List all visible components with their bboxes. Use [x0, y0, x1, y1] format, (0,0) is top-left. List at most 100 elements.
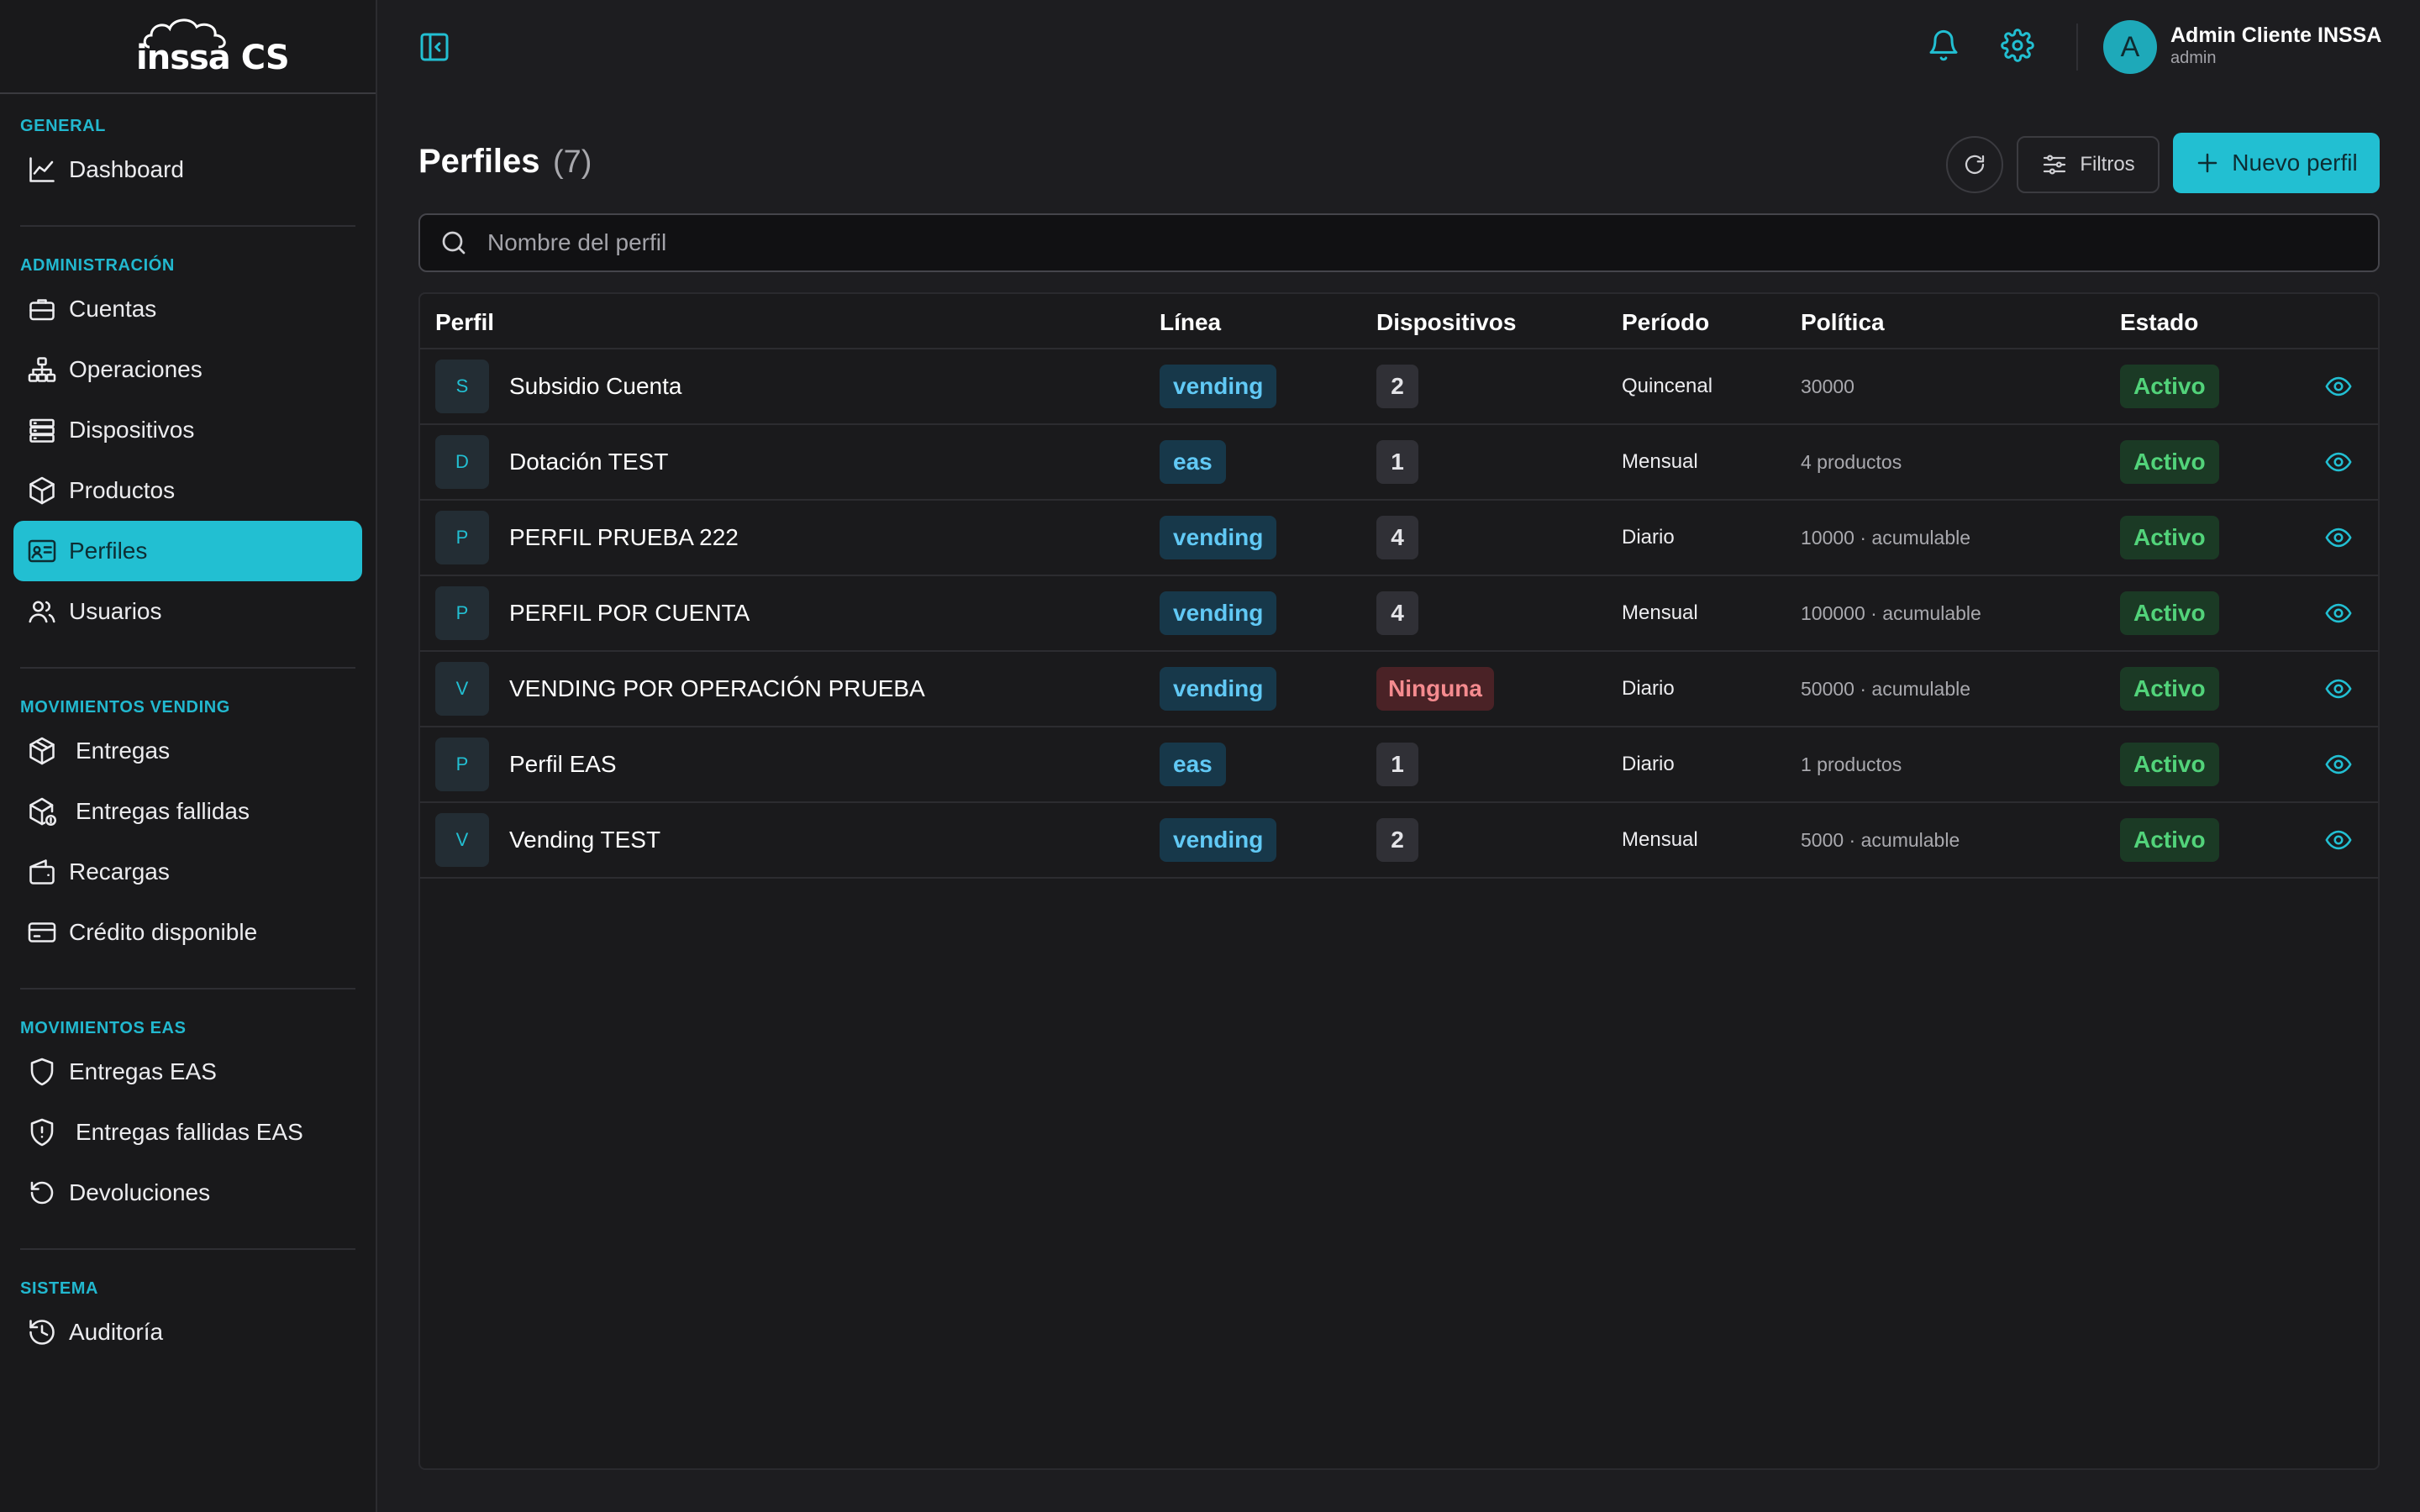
table-row[interactable]: D Dotación TEST eas 1 Mensual 4 producto… [420, 425, 2378, 501]
estado-cell: Activo [2120, 501, 2219, 575]
divider [20, 1248, 355, 1250]
periodo-cell: Mensual [1622, 803, 1698, 877]
org-chart-icon [28, 357, 56, 382]
sidebar-item-recargas[interactable]: Recargas [13, 842, 362, 902]
col-perfil[interactable]: Perfil [435, 309, 494, 336]
table-row[interactable]: V VENDING POR OPERACIÓN PRUEBA vending N… [420, 652, 2378, 727]
politica-cell: 30000 [1801, 349, 1854, 423]
sidebar-item-productos[interactable]: Productos [13, 460, 362, 521]
table-row[interactable]: P Perfil EAS eas 1 Diario 1 productos Ac… [420, 727, 2378, 803]
sliders-icon [2044, 155, 2066, 175]
politica-value: 50000 · acumulable [1801, 677, 1971, 700]
gear-icon[interactable] [2001, 29, 2034, 62]
linea-cell: vending [1160, 652, 1277, 726]
actions-cell [2324, 349, 2353, 423]
id-card-icon [28, 539, 56, 563]
refresh-button[interactable] [1946, 136, 2003, 193]
profile-initial-avatar: P [435, 738, 489, 791]
server-icon [29, 418, 55, 443]
periodo-cell: Diario [1622, 652, 1675, 726]
dispositivos-badge: 1 [1376, 440, 1418, 484]
profile-name[interactable]: PERFIL PRUEBA 222 [509, 524, 739, 551]
sidebar-item-perfiles[interactable]: Perfiles [13, 521, 362, 581]
dispositivos-badge: 4 [1376, 591, 1418, 635]
sidebar-item-devoluciones[interactable]: Devoluciones [13, 1163, 362, 1223]
sidebar-item-entregas[interactable]: Entregas [13, 721, 362, 781]
divider [20, 225, 355, 227]
eye-icon[interactable] [2324, 826, 2353, 854]
sidebar-item-label: Entregas [76, 738, 171, 764]
col-linea[interactable]: Línea [1160, 309, 1221, 336]
eye-icon[interactable] [2324, 599, 2353, 627]
periodo-value: Mensual [1622, 601, 1698, 624]
eye-icon[interactable] [2324, 750, 2353, 779]
sidebar-item-operaciones[interactable]: Operaciones [13, 339, 362, 400]
table-row[interactable]: S Subsidio Cuenta vending 2 Quincenal 30… [420, 349, 2378, 425]
nav-section-title: SISTEMA [20, 1279, 99, 1298]
politica-value: 5000 · acumulable [1801, 828, 1960, 851]
dispositivos-badge: 2 [1376, 818, 1418, 862]
linea-cell: vending [1160, 803, 1277, 877]
sidebar-item-dispositivos[interactable]: Dispositivos [13, 400, 362, 460]
dispositivos-badge: 4 [1376, 516, 1418, 559]
page-count: (7) [553, 144, 592, 180]
bell-icon[interactable] [1927, 29, 1960, 62]
sidebar-item-cuentas[interactable]: Cuentas [13, 279, 362, 339]
sidebar-item-auditoria[interactable]: Auditoría [13, 1302, 362, 1362]
filters-label: Filtros [2080, 153, 2135, 176]
actions-cell [2324, 576, 2353, 650]
table-row[interactable]: P PERFIL POR CUENTA vending 4 Mensual 10… [420, 576, 2378, 652]
brand-logo[interactable]: inssa CS [0, 0, 376, 94]
periodo-cell: Quincenal [1622, 349, 1712, 423]
dispositivos-badge: 1 [1376, 743, 1418, 786]
table-row[interactable]: P PERFIL PRUEBA 222 vending 4 Diario 100… [420, 501, 2378, 576]
sidebar-item-dashboard[interactable]: Dashboard [13, 139, 362, 200]
dispositivos-cell: 4 [1376, 576, 1418, 650]
eye-icon[interactable] [2324, 448, 2353, 476]
sidebar-item-credito[interactable]: Crédito disponible [13, 902, 362, 963]
politica-value: 10000 · acumulable [1801, 526, 1971, 549]
sidebar-toggle-icon[interactable] [418, 30, 451, 64]
sidebar-item-entregas-fallidas[interactable]: Entregas fallidas [13, 781, 362, 842]
sidebar-item-label: Entregas fallidas EAS [76, 1119, 303, 1145]
new-profile-label: Nuevo perfil [2232, 150, 2358, 176]
profile-name[interactable]: VENDING POR OPERACIÓN PRUEBA [509, 675, 925, 702]
perfil-cell: V Vending TEST [435, 803, 660, 877]
nav-section-sistema: SISTEMA Auditoría [0, 1278, 376, 1362]
eye-icon[interactable] [2324, 675, 2353, 703]
profile-name[interactable]: PERFIL POR CUENTA [509, 600, 750, 627]
table-row[interactable]: V Vending TEST vending 2 Mensual 5000 · … [420, 803, 2378, 879]
sidebar-item-usuarios[interactable]: Usuarios [13, 581, 362, 642]
search-icon [442, 231, 466, 255]
profile-initial-avatar: P [435, 586, 489, 640]
profile-initial-avatar: V [435, 662, 489, 716]
profile-name[interactable]: Subsidio Cuenta [509, 373, 681, 400]
avatar[interactable]: A [2103, 20, 2157, 74]
politica-cell: 4 productos [1801, 425, 1902, 499]
sidebar-item-entregas-eas[interactable]: Entregas EAS [13, 1042, 362, 1102]
profile-name[interactable]: Vending TEST [509, 827, 660, 853]
nav-section-title: MOVIMIENTOS EAS [20, 1019, 187, 1037]
col-dispositivos[interactable]: Dispositivos [1376, 309, 1516, 336]
topbar: A Admin Cliente INSSA admin [379, 0, 2420, 94]
linea-badge: vending [1160, 667, 1277, 711]
nav-section-admin: ADMINISTRACIÓN Cuentas Operaciones Dispo… [0, 255, 376, 642]
profile-name[interactable]: Perfil EAS [509, 751, 617, 778]
sidebar-item-label: Crédito disponible [69, 919, 258, 945]
col-politica[interactable]: Política [1801, 309, 1885, 336]
nav-section-title: MOVIMIENTOS VENDING [20, 698, 230, 717]
package-icon [29, 737, 55, 765]
eye-icon[interactable] [2324, 523, 2353, 552]
status-badge: Activo [2120, 365, 2219, 408]
profile-name[interactable]: Dotación TEST [509, 449, 668, 475]
nav-section-general: GENERAL Dashboard [0, 116, 376, 200]
new-profile-button[interactable]: Nuevo perfil [2173, 133, 2380, 193]
sidebar-item-entregas-fallidas-eas[interactable]: Entregas fallidas EAS [13, 1102, 362, 1163]
filters-button[interactable]: Filtros [2017, 136, 2160, 193]
search-input[interactable] [487, 229, 2336, 256]
col-estado[interactable]: Estado [2120, 309, 2198, 336]
undo-icon [30, 1181, 54, 1205]
eye-icon[interactable] [2324, 372, 2353, 401]
col-periodo[interactable]: Período [1622, 309, 1709, 336]
actions-cell [2324, 425, 2353, 499]
